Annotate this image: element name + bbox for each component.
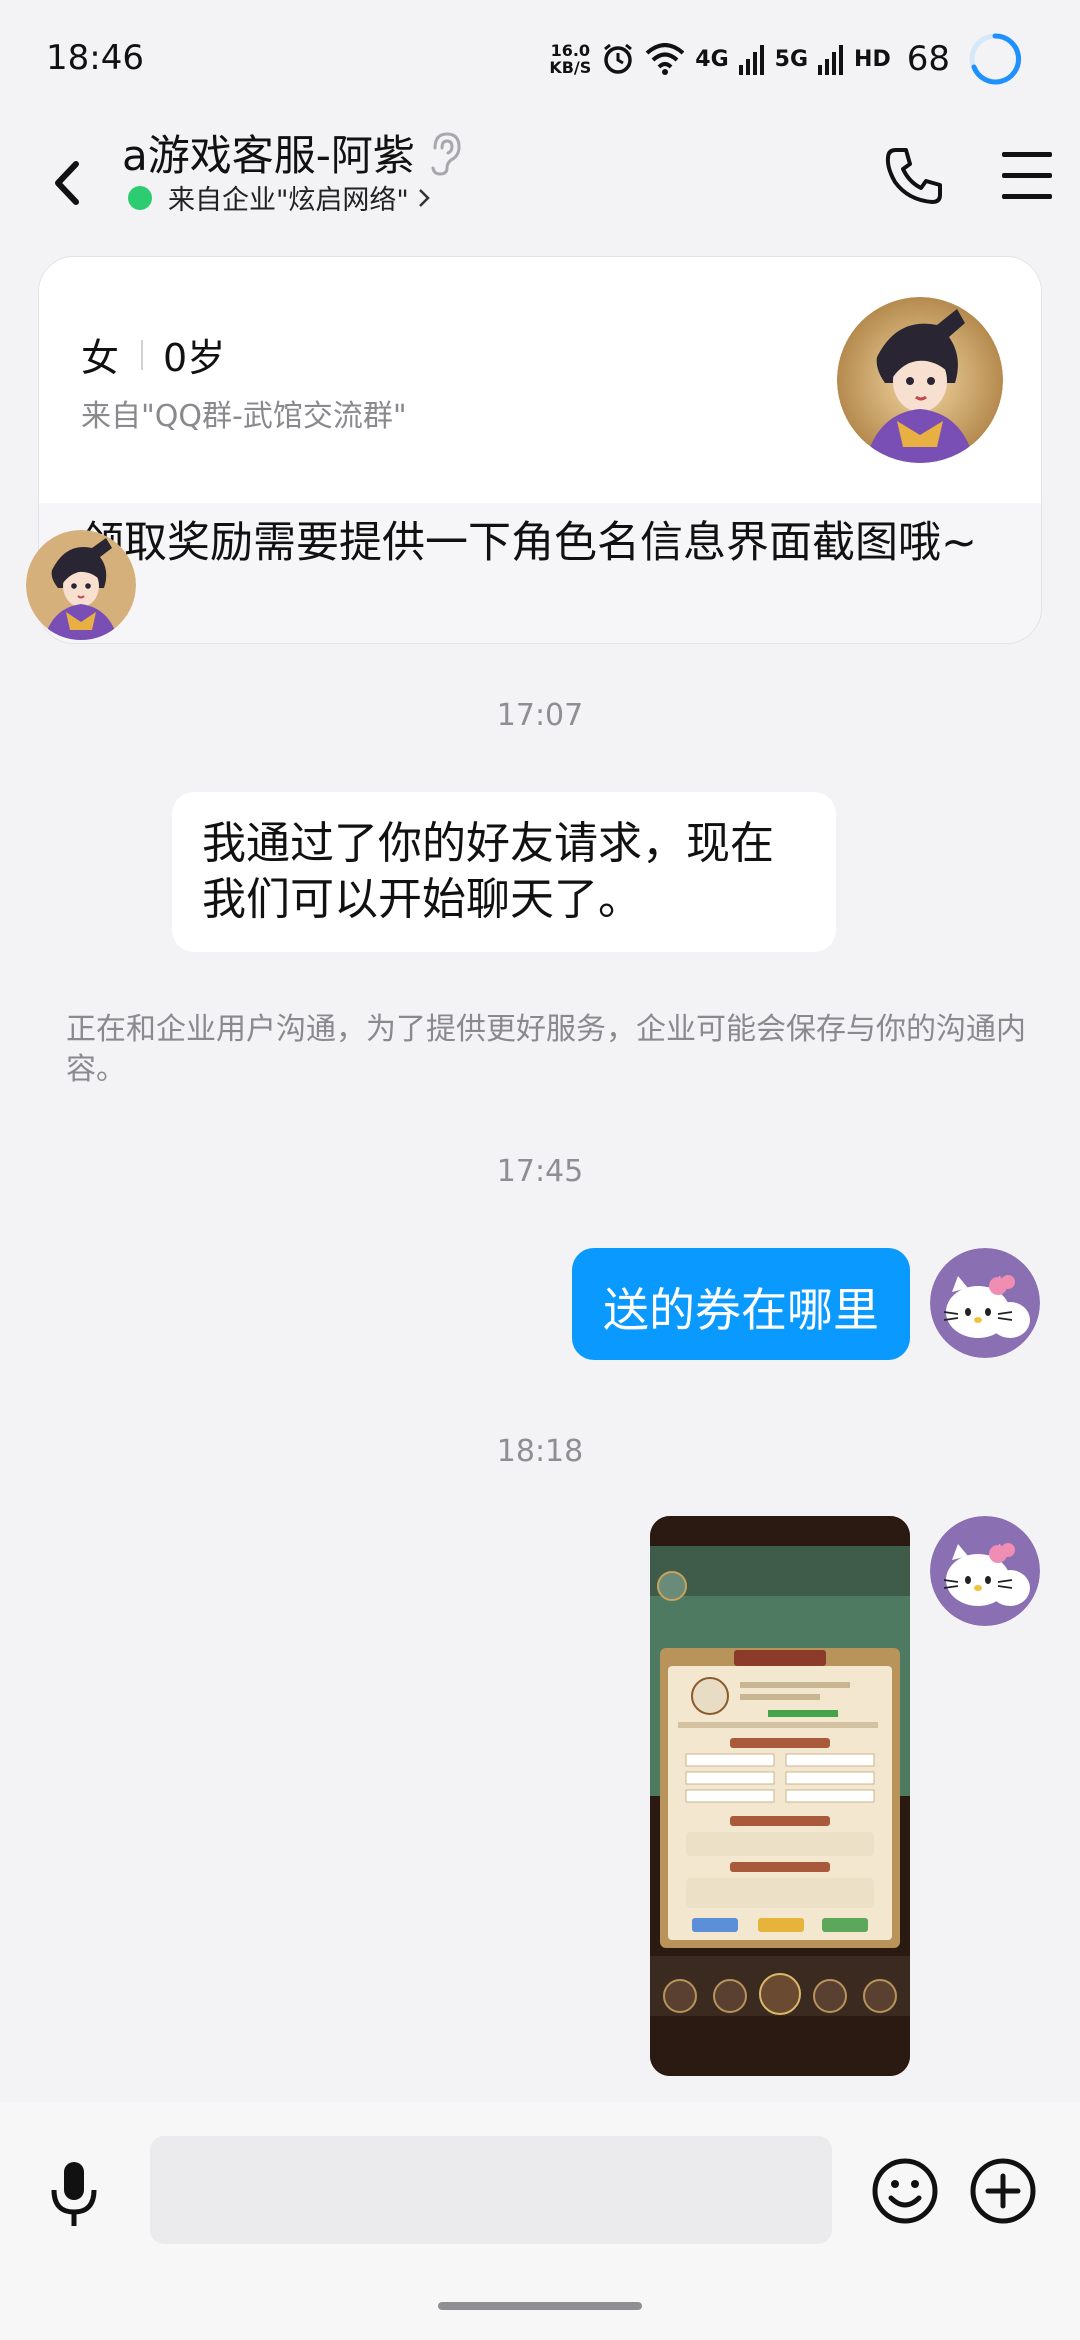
incoming-message-bubble[interactable]: 我通过了你的好友请求，现在我们可以开始聊天了。 bbox=[172, 792, 836, 952]
profile-gender: 女 bbox=[81, 336, 120, 380]
phone-icon[interactable] bbox=[878, 140, 950, 212]
message-timestamp: 17:45 bbox=[496, 1154, 584, 1189]
profile-card-message: 领取奖励需要提供一下角色名信息界面截图哦~ bbox=[39, 503, 1041, 643]
emoji-icon[interactable] bbox=[870, 2156, 940, 2226]
battery-ring-icon bbox=[969, 33, 1021, 85]
hd-icon: HD bbox=[854, 46, 891, 72]
signal-5g-label: 5G bbox=[774, 46, 809, 72]
status-bar: 18:46 16.0 KB/S 4G 5G HD 68 bbox=[0, 0, 1080, 120]
system-notice: 正在和企业用户沟通，为了提供更好服务，企业可能会保存与你的沟通内容。 bbox=[66, 1012, 1026, 1087]
status-time: 18:46 bbox=[46, 38, 144, 78]
outgoing-message-bubble[interactable]: 送的券在哪里 bbox=[572, 1248, 910, 1360]
home-indicator[interactable] bbox=[438, 2302, 642, 2310]
avatar[interactable] bbox=[837, 297, 1003, 463]
profile-gender-age: 女 0岁 bbox=[81, 327, 225, 382]
net-speed: 16.0 KB/S bbox=[549, 41, 592, 77]
contact-subtitle[interactable]: 来自企业"炫启网络" bbox=[128, 178, 431, 217]
divider bbox=[141, 339, 144, 370]
message-text: 我通过了你的好友请求，现在我们可以开始聊天了。 bbox=[202, 818, 774, 925]
profile-card[interactable]: 女 0岁 来自"QQ群-武馆交流群" 领取奖励需要提供一下角色名信息界面截图哦~ bbox=[38, 256, 1042, 644]
message-timestamp: 17:07 bbox=[496, 698, 584, 733]
chevron-right-icon bbox=[418, 188, 430, 207]
cell-signal-icon bbox=[818, 45, 844, 75]
back-arrow-icon[interactable] bbox=[36, 138, 96, 228]
wifi-icon bbox=[645, 43, 685, 75]
avatar[interactable] bbox=[930, 1248, 1040, 1358]
profile-card-header: 女 0岁 来自"QQ群-武馆交流群" bbox=[39, 257, 1041, 503]
message-text: 送的券在哪里 bbox=[603, 1283, 879, 1337]
profile-source: 来自"QQ群-武馆交流群" bbox=[81, 399, 407, 434]
contact-name: a游戏客服-阿紫 bbox=[122, 131, 415, 180]
contact-title[interactable]: a游戏客服-阿紫 bbox=[122, 122, 465, 183]
status-icons: 16.0 KB/S 4G 5G HD 68 bbox=[549, 24, 1022, 94]
ear-icon bbox=[431, 131, 461, 176]
avatar[interactable] bbox=[930, 1516, 1040, 1626]
online-status-dot bbox=[128, 185, 152, 210]
profile-age: 0岁 bbox=[163, 336, 226, 380]
menu-icon[interactable] bbox=[996, 142, 1058, 208]
microphone-icon[interactable] bbox=[44, 2154, 104, 2234]
message-timestamp: 18:18 bbox=[496, 1434, 584, 1469]
signal-4g-label: 4G bbox=[695, 46, 729, 72]
avatar[interactable] bbox=[26, 530, 136, 640]
outgoing-image-message[interactable] bbox=[650, 1516, 910, 2076]
greeting-text: 领取奖励需要提供一下角色名信息界面截图哦~ bbox=[81, 518, 978, 568]
chat-header: a游戏客服-阿紫 来自企业"炫启网络" bbox=[0, 120, 1080, 250]
message-input[interactable] bbox=[150, 2136, 832, 2244]
battery-level: 68 bbox=[906, 39, 950, 79]
plus-icon[interactable] bbox=[968, 2156, 1038, 2226]
contact-company: 来自企业"炫启网络" bbox=[168, 185, 409, 216]
alarm-icon bbox=[604, 43, 633, 74]
game-screenshot-image bbox=[650, 1516, 910, 2076]
cell-signal-icon bbox=[738, 45, 764, 75]
